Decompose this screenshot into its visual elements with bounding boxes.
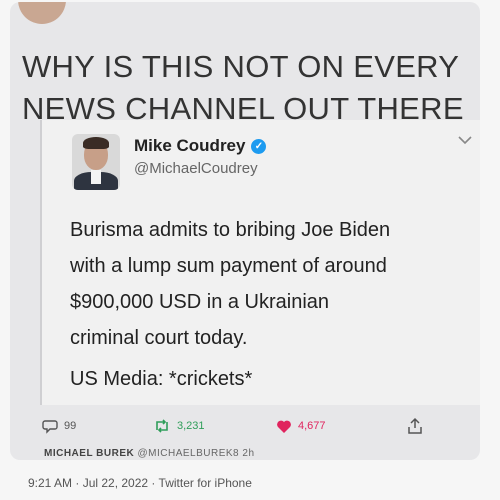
tweet-line: with a lump sum payment of around <box>70 255 387 277</box>
heart-icon <box>276 419 292 434</box>
tweet-text: Burisma admits to bribing Joe Biden with… <box>70 212 480 356</box>
avatar <box>18 2 66 24</box>
post-timestamp[interactable]: 9:21 AM · Jul 22, 2022 · Twitter for iPh… <box>28 476 252 490</box>
retweet-icon <box>153 418 171 434</box>
retweet-button[interactable]: 3,231 <box>153 418 205 434</box>
next-tweet-header[interactable]: MICHAEL BUREK @MICHAELBUREK8 2h <box>44 448 255 459</box>
next-tweet-handle: @MICHAELBUREK8 <box>137 448 240 459</box>
reply-button[interactable]: 99 <box>42 418 76 434</box>
tweet-footer-text: US Media: *crickets* <box>70 368 253 390</box>
comment-icon <box>42 418 58 434</box>
author-name-label[interactable]: Mike Coudrey <box>134 136 245 156</box>
author-handle[interactable]: @MichaelCoudrey <box>134 160 258 177</box>
headline-text: WHY IS THIS NOT ON EVERY NEWS CHANNEL OU… <box>22 49 464 126</box>
author-name[interactable]: Mike Coudrey ✓ <box>134 136 267 156</box>
tweet-line: criminal court today. <box>70 327 248 349</box>
tweet-line: Burisma admits to bribing Joe Biden <box>70 219 391 241</box>
next-tweet-name: MICHAEL BUREK <box>44 448 135 459</box>
share-button[interactable] <box>407 417 423 435</box>
next-tweet-time: 2h <box>242 448 255 459</box>
author-avatar[interactable] <box>72 134 120 190</box>
retweet-count: 3,231 <box>177 420 205 432</box>
photographed-screen: WHY IS THIS NOT ON EVERY NEWS CHANNEL OU… <box>10 2 480 460</box>
reply-count: 99 <box>64 420 77 432</box>
avatar-hair <box>83 137 109 149</box>
tweet-line: $900,000 USD in a Ukrainian <box>70 291 330 313</box>
verified-icon: ✓ <box>251 138 267 154</box>
chevron-down-icon[interactable] <box>454 130 476 152</box>
share-icon <box>407 417 423 435</box>
avatar-collar <box>91 170 101 184</box>
embedded-tweet[interactable]: Mike Coudrey ✓ @MichaelCoudrey Burisma a… <box>40 120 480 405</box>
tweet-action-bar: 99 3,231 4,677 <box>20 412 480 440</box>
like-count: 4,677 <box>298 420 326 432</box>
like-button[interactable]: 4,677 <box>276 419 326 434</box>
